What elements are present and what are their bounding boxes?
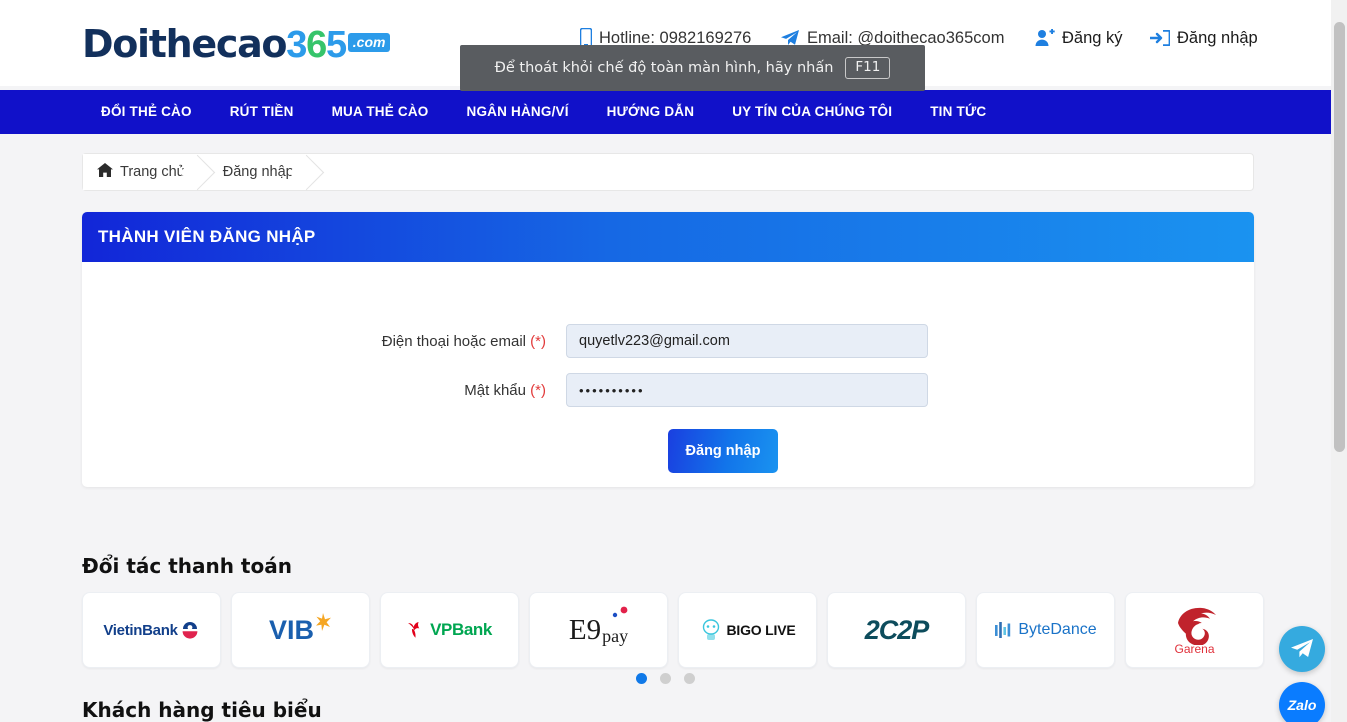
- header-login-link[interactable]: Đăng nhập: [1150, 24, 1258, 52]
- sign-in-icon: [1150, 30, 1170, 46]
- telegram-float-button[interactable]: [1279, 626, 1325, 672]
- nav-items: ĐỔI THẺ CÀO RÚT TIỀN MUA THẺ CÀO NGÂN HÀ…: [82, 90, 1005, 134]
- partner-label: BIGO LIVE: [726, 622, 796, 638]
- breadcrumb: Trang chủ Đăng nhập: [82, 153, 1254, 191]
- bigo-mascot-icon: [702, 619, 719, 640]
- carousel-dot-3[interactable]: [684, 673, 695, 684]
- password-input[interactable]: [566, 373, 928, 407]
- partner-label: VPBank: [430, 620, 492, 639]
- password-field-row: Mật khẩu (*): [82, 373, 928, 407]
- logo-digit-3: 3: [286, 24, 307, 66]
- password-label-text: Mật khẩu: [464, 381, 526, 399]
- email-field-row: Điện thoại hoặc email (*): [82, 324, 928, 358]
- garena-mark-icon: [1177, 607, 1216, 645]
- logo-dotcom: .com: [347, 33, 391, 52]
- customers-title: Khách hàng tiêu biểu: [82, 698, 322, 722]
- header-register-label: Đăng ký: [1062, 28, 1123, 47]
- partner-logo-vpbank[interactable]: VPBank: [380, 592, 519, 668]
- nav-item-uy-tin[interactable]: UY TÍN CỦA CHÚNG TÔI: [713, 90, 911, 134]
- fullscreen-toast-message: Để thoát khỏi chế độ toàn màn hình, hãy …: [494, 60, 834, 76]
- floating-contact-buttons: Zalo: [1279, 616, 1325, 722]
- vib-star-icon: [316, 612, 331, 631]
- carousel-dot-2[interactable]: [660, 673, 671, 684]
- nav-item-tin-tuc[interactable]: TIN TỨC: [911, 90, 1005, 134]
- telegram-icon: [1291, 639, 1313, 658]
- breadcrumb-home-label: Trang chủ: [120, 164, 185, 180]
- logo-digit-5: 5: [325, 24, 347, 66]
- vietinbank-mark-icon: [182, 622, 198, 639]
- site-logo[interactable]: Doithecao365 .com: [82, 20, 391, 67]
- email-label-text: Điện thoại hoặc email: [381, 332, 526, 350]
- email-required-mark: (*): [530, 332, 546, 350]
- password-required-mark: (*): [530, 381, 546, 399]
- fullscreen-exit-toast: Để thoát khỏi chế độ toàn màn hình, hãy …: [460, 45, 925, 91]
- header-login-label: Đăng nhập: [1177, 28, 1258, 47]
- partner-logo-bytedance[interactable]: ByteDance: [976, 592, 1115, 668]
- partner-logo-e9pay[interactable]: E9 pay E9pay: [529, 592, 668, 668]
- nav-item-mua-the-cao[interactable]: MUA THẺ CÀO: [313, 90, 448, 134]
- page-root: Doithecao365 .com Hotline: 0982169276 Ema…: [0, 0, 1347, 722]
- carousel-dot-1[interactable]: [636, 673, 647, 684]
- partners-carousel-dots: [0, 673, 1331, 684]
- user-plus-icon: [1035, 29, 1055, 47]
- nav-item-ngan-hang-vi[interactable]: NGÂN HÀNG/VÍ: [448, 90, 588, 134]
- partner-label: 2C2P: [864, 614, 930, 645]
- zalo-float-button[interactable]: Zalo: [1279, 682, 1325, 722]
- nav-item-huong-dan[interactable]: HƯỚNG DẪN: [588, 90, 714, 134]
- partner-logo-garena[interactable]: Garena: [1125, 592, 1264, 668]
- breadcrumb-login-label: Đăng nhập: [222, 164, 294, 180]
- home-icon: [97, 162, 113, 182]
- partner-label: Garena: [1174, 641, 1215, 656]
- partner-label: VietinBank: [103, 621, 178, 639]
- partner-logo-vietinbank[interactable]: VietinBank: [82, 592, 221, 668]
- e9pay-dots-icon: [610, 606, 630, 625]
- page-scrollbar[interactable]: [1331, 0, 1347, 722]
- zalo-float-label: Zalo: [1287, 697, 1317, 713]
- logo-digit-6: 6: [306, 24, 327, 66]
- nav-item-doi-the-cao[interactable]: ĐỔI THẺ CÀO: [82, 90, 211, 134]
- main-navigation: ĐỔI THẺ CÀO RÚT TIỀN MUA THẺ CÀO NGÂN HÀ…: [0, 90, 1331, 134]
- login-panel-title: THÀNH VIÊN ĐĂNG NHẬP: [98, 227, 316, 246]
- partner-logo-2c2p[interactable]: 2C2P: [827, 592, 966, 668]
- nav-item-rut-tien[interactable]: RÚT TIỀN: [211, 90, 313, 134]
- partner-logo-list: VietinBank VIB VPBank E9 pay BIGO LIVE 2…: [82, 592, 1264, 668]
- login-panel-header: THÀNH VIÊN ĐĂNG NHẬP: [82, 212, 1254, 262]
- breadcrumb-item-login[interactable]: Đăng nhập: [200, 154, 310, 190]
- email-input[interactable]: [566, 324, 928, 358]
- password-field-label: Mật khẩu (*): [82, 382, 566, 399]
- vpbank-mark-icon: [408, 622, 420, 638]
- login-form: Điện thoại hoặc email (*) Mật khẩu (*) Đ…: [82, 262, 1254, 487]
- partner-label: VIB: [268, 614, 314, 645]
- login-panel: THÀNH VIÊN ĐĂNG NHẬP Điện thoại hoặc ema…: [82, 212, 1254, 487]
- partner-logo-vib[interactable]: VIB: [231, 592, 370, 668]
- logo-wordmark: Doithecao: [82, 22, 288, 66]
- partner-logo-bigo-live[interactable]: BIGO LIVE: [678, 592, 817, 668]
- scrollbar-thumb[interactable]: [1334, 22, 1345, 452]
- partners-title: Đổi tác thanh toán: [82, 554, 292, 578]
- fullscreen-toast-key: F11: [845, 57, 891, 79]
- login-submit-button[interactable]: Đăng nhập: [668, 429, 778, 473]
- partner-label: ByteDance: [1018, 621, 1097, 638]
- breadcrumb-item-home[interactable]: Trang chủ: [83, 154, 201, 190]
- email-field-label: Điện thoại hoặc email (*): [82, 333, 566, 350]
- header-register-link[interactable]: Đăng ký: [1035, 24, 1123, 52]
- bytedance-bars-icon: [995, 622, 1011, 638]
